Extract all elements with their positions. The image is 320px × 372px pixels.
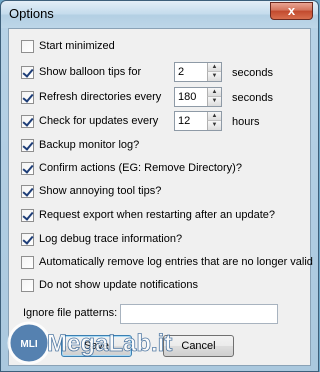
refresh-unit: seconds — [232, 92, 273, 104]
checkbox[interactable] — [21, 232, 34, 246]
option-label: Show balloon tips for — [39, 66, 142, 78]
spinner-arrows: ▲ ▼ — [207, 88, 221, 106]
option-label: Confirm actions (EG: Remove Directory)? — [39, 162, 242, 174]
checkbox[interactable] — [21, 39, 34, 53]
updates-hours-spinner[interactable]: 12 ▲ ▼ — [174, 111, 222, 131]
option-refresh-directories[interactable]: Refresh directories every — [21, 90, 161, 104]
option-label: Check for updates every — [39, 115, 159, 127]
option-label: Automatically remove log entries that ar… — [39, 256, 313, 268]
option-label: Show annoying tool tips? — [39, 185, 162, 197]
checkbox[interactable] — [21, 161, 34, 175]
option-label: Log debug trace information? — [39, 233, 183, 245]
title-bar[interactable]: Options x — [1, 1, 318, 28]
option-no-update-notifications[interactable]: Do not show update notifications — [21, 278, 198, 292]
refresh-seconds-spinner[interactable]: 180 ▲ ▼ — [174, 87, 222, 107]
spin-down-icon[interactable]: ▼ — [207, 97, 221, 106]
checkbox[interactable] — [21, 184, 34, 198]
spinner-value[interactable]: 2 — [178, 66, 184, 78]
option-request-export[interactable]: Request export when restarting after an … — [21, 208, 275, 222]
checkbox[interactable] — [21, 255, 34, 269]
spin-up-icon[interactable]: ▲ — [207, 63, 221, 72]
ignore-patterns-input[interactable] — [120, 304, 278, 324]
checkbox[interactable] — [21, 65, 34, 79]
balloon-unit: seconds — [232, 67, 273, 79]
option-auto-remove-log[interactable]: Automatically remove log entries that ar… — [21, 255, 313, 269]
checkbox[interactable] — [21, 278, 34, 292]
spinner-value[interactable]: 12 — [178, 115, 190, 127]
option-label: Request export when restarting after an … — [39, 209, 276, 221]
close-button[interactable]: x — [270, 2, 313, 20]
close-icon: x — [287, 3, 296, 18]
spin-down-icon[interactable]: ▼ — [207, 72, 221, 81]
option-check-updates[interactable]: Check for updates every — [21, 114, 158, 128]
option-label: Do not show update notifications — [39, 279, 198, 291]
option-label: Refresh directories every — [39, 91, 162, 103]
updates-unit: hours — [232, 116, 260, 128]
window-title: Options — [9, 6, 54, 21]
checkbox[interactable] — [21, 90, 34, 104]
options-panel: Start minimized Show balloon tips for 2 … — [8, 28, 313, 366]
option-log-debug[interactable]: Log debug trace information? — [21, 232, 182, 246]
cancel-button[interactable]: Cancel — [163, 335, 234, 357]
option-label: Backup monitor log? — [39, 139, 140, 151]
spin-up-icon[interactable]: ▲ — [207, 112, 221, 121]
option-balloon-tips[interactable]: Show balloon tips for — [21, 65, 141, 79]
balloon-seconds-spinner[interactable]: 2 ▲ ▼ — [174, 62, 222, 82]
checkbox[interactable] — [21, 138, 34, 152]
option-confirm-actions[interactable]: Confirm actions (EG: Remove Directory)? — [21, 161, 242, 175]
spin-up-icon[interactable]: ▲ — [207, 88, 221, 97]
options-window: Options x Start minimized Show balloon t… — [0, 0, 319, 372]
option-backup-log[interactable]: Backup monitor log? — [21, 138, 139, 152]
checkbox[interactable] — [21, 114, 34, 128]
spin-down-icon[interactable]: ▼ — [207, 121, 221, 130]
spinner-arrows: ▲ ▼ — [207, 112, 221, 130]
spinner-value[interactable]: 180 — [178, 91, 196, 103]
spinner-arrows: ▲ ▼ — [207, 63, 221, 81]
option-tool-tips[interactable]: Show annoying tool tips? — [21, 184, 161, 198]
option-start-minimized[interactable]: Start minimized — [21, 39, 115, 53]
ignore-patterns-label: Ignore file patterns: — [23, 307, 118, 319]
checkbox[interactable] — [21, 208, 34, 222]
save-button[interactable]: Save — [61, 335, 132, 357]
option-label: Start minimized — [39, 40, 115, 52]
